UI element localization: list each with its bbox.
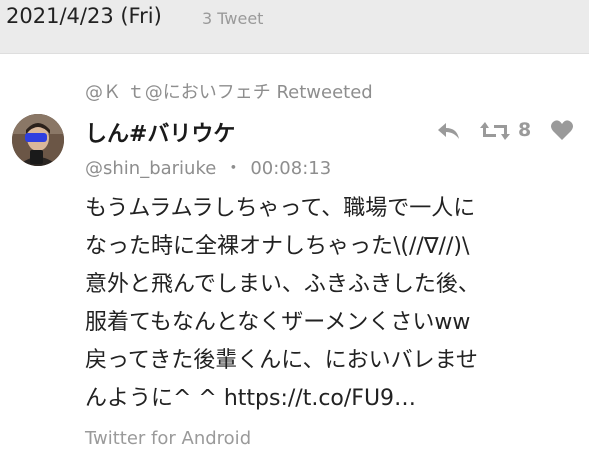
tweet-source-label: Twitter for Android (85, 428, 252, 449)
retweeted-by-label: @Ｋ ｔ@においフェチ Retweeted (85, 82, 373, 103)
tweet-text-line: 戻ってきた後輩くんに、においバレませ (85, 348, 478, 373)
user-display-name[interactable]: しん#バリウケ (85, 116, 235, 148)
user-handle[interactable]: @shin_bariuke (85, 158, 216, 179)
heart-icon[interactable] (550, 119, 574, 145)
tweet-text-line-with-link[interactable]: んように^ ^ https://t.co/FU9… (85, 380, 575, 418)
tweet-text: もうムラムラしちゃって、職場で一人に なった時に全裸オナしちゃった\(//∇//… (85, 190, 575, 418)
separator-dot: ・ (224, 158, 243, 179)
date-header: 2021/4/23 (Fri) 3 Tweet (0, 0, 589, 54)
avatar[interactable] (12, 114, 64, 166)
date-label: 2021/4/23 (Fri) (6, 4, 162, 28)
tweet-text-line: なった時に全裸オナしちゃった\(//∇//)\ (85, 234, 470, 259)
retweet-icon[interactable] (478, 119, 512, 147)
tweet-text-line: 服着てもなんとなくザーメンくさいww (85, 310, 471, 335)
tweet-count-label: 3 Tweet (202, 9, 264, 28)
reply-icon[interactable] (436, 119, 462, 147)
avatar-image (12, 114, 64, 166)
tweet-text-line: 意外と飛んでしまい、ふきふきした後、 (85, 272, 480, 297)
tweet-text-line: もうムラムラしちゃって、職場で一人に (85, 196, 476, 221)
tweet-time[interactable]: 00:08:13 (250, 158, 331, 179)
handle-line: @shin_bariuke ・ 00:08:13 (85, 154, 331, 180)
retweet-count: 8 (518, 119, 532, 141)
